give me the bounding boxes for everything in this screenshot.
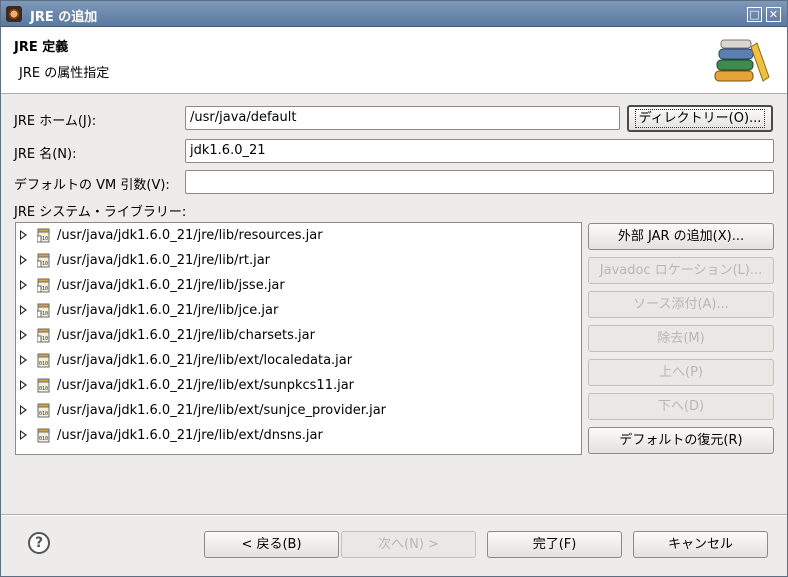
eclipse-icon (6, 6, 22, 22)
jre-home-input[interactable]: /usr/java/default (185, 106, 620, 130)
footer-separator (1, 514, 787, 516)
maximize-button[interactable]: □ (747, 7, 762, 22)
back-button[interactable]: < 戻る(B) (204, 531, 339, 558)
expand-arrow-icon[interactable] (20, 430, 27, 440)
jar-src-icon: 010 (37, 328, 50, 343)
expand-arrow-icon[interactable] (20, 405, 27, 415)
restore-default-button[interactable]: デフォルトの復元(R) (588, 427, 774, 454)
library-row[interactable]: 010/usr/java/jdk1.6.0_21/jre/lib/ext/sun… (16, 374, 581, 398)
library-path: /usr/java/jdk1.6.0_21/jre/lib/ext/sunjce… (57, 403, 387, 418)
expand-arrow-icon[interactable] (20, 330, 27, 340)
finish-button[interactable]: 完了(F) (487, 531, 622, 558)
source-attachment-button[interactable]: ソース添付(A)... (588, 291, 774, 318)
expand-arrow-icon[interactable] (20, 230, 27, 240)
library-row[interactable]: 010/usr/java/jdk1.6.0_21/jre/lib/jce.jar (16, 299, 581, 323)
directory-button-label: ディレクトリー(O)... (634, 109, 766, 128)
remove-button[interactable]: 除去(M) (588, 325, 774, 352)
system-libraries-tree[interactable]: 010/usr/java/jdk1.6.0_21/jre/lib/resourc… (15, 222, 582, 455)
jre-home-label: JRE ホーム(J): (14, 114, 97, 129)
library-row[interactable]: 010/usr/java/jdk1.6.0_21/jre/lib/charset… (16, 324, 581, 348)
page-title: JRE 定義 (14, 40, 69, 55)
library-path: /usr/java/jdk1.6.0_21/jre/lib/ext/sunpkc… (57, 378, 355, 393)
svg-text:010: 010 (39, 436, 48, 442)
system-libraries-label: JRE システム・ライブラリー: (14, 205, 187, 220)
library-path: /usr/java/jdk1.6.0_21/jre/lib/ext/dnsns.… (57, 428, 323, 443)
svg-text:010: 010 (39, 386, 48, 392)
expand-arrow-icon[interactable] (20, 355, 27, 365)
close-button[interactable]: ✕ (766, 7, 781, 22)
library-row[interactable]: 010/usr/java/jdk1.6.0_21/jre/lib/ext/loc… (16, 349, 581, 373)
directory-button[interactable]: ディレクトリー(O)... (627, 105, 773, 132)
jar-src-icon: 010 (37, 303, 50, 318)
move-down-button[interactable]: 下へ(D) (588, 393, 774, 420)
add-jre-dialog: JRE の追加 □ ✕ JRE 定義 JRE の属性指定 JRE ホーム(J):… (0, 0, 788, 577)
svg-text:010: 010 (39, 361, 48, 367)
cancel-button[interactable]: キャンセル (633, 531, 768, 558)
library-path: /usr/java/jdk1.6.0_21/jre/lib/charsets.j… (57, 328, 315, 343)
jar-src-icon: 010 (37, 228, 50, 243)
library-path: /usr/java/jdk1.6.0_21/jre/lib/ext/locale… (57, 353, 353, 368)
jar-src-icon: 010 (37, 253, 50, 268)
svg-text:010: 010 (39, 411, 48, 417)
page-description: JRE の属性指定 (19, 66, 110, 81)
expand-arrow-icon[interactable] (20, 380, 27, 390)
library-row[interactable]: 010/usr/java/jdk1.6.0_21/jre/lib/ext/dns… (16, 424, 581, 448)
library-path: /usr/java/jdk1.6.0_21/jre/lib/jsse.jar (57, 278, 285, 293)
jre-name-label: JRE 名(N): (14, 147, 77, 162)
vm-args-label: デフォルトの VM 引数(V): (14, 178, 170, 193)
library-path: /usr/java/jdk1.6.0_21/jre/lib/jce.jar (57, 303, 279, 318)
help-icon[interactable]: ? (28, 532, 50, 554)
library-path: /usr/java/jdk1.6.0_21/jre/lib/resources.… (57, 228, 323, 243)
title-bar: JRE の追加 □ ✕ (1, 1, 787, 27)
jre-name-input[interactable]: jdk1.6.0_21 (185, 139, 774, 163)
wizard-banner: JRE 定義 JRE の属性指定 (1, 27, 787, 94)
library-row[interactable]: 010/usr/java/jdk1.6.0_21/jre/lib/resourc… (16, 224, 581, 248)
expand-arrow-icon[interactable] (20, 280, 27, 290)
jar-src-icon: 010 (37, 278, 50, 293)
library-row[interactable]: 010/usr/java/jdk1.6.0_21/jre/lib/jsse.ja… (16, 274, 581, 298)
library-row[interactable]: 010/usr/java/jdk1.6.0_21/jre/lib/rt.jar (16, 249, 581, 273)
library-row[interactable]: 010/usr/java/jdk1.6.0_21/jre/lib/ext/sun… (16, 399, 581, 423)
jar-icon: 010 (37, 353, 50, 368)
books-icon (714, 39, 770, 82)
move-up-button[interactable]: 上へ(P) (588, 359, 774, 386)
vm-args-input[interactable] (185, 170, 774, 194)
next-button[interactable]: 次へ(N) > (341, 531, 476, 558)
expand-arrow-icon[interactable] (20, 305, 27, 315)
add-external-jar-button[interactable]: 外部 JAR の追加(X)... (588, 223, 774, 250)
jar-icon: 010 (37, 378, 50, 393)
javadoc-location-button[interactable]: Javadoc ロケーション(L)... (588, 257, 774, 284)
window-title: JRE の追加 (30, 10, 98, 25)
expand-arrow-icon[interactable] (20, 255, 27, 265)
library-path: /usr/java/jdk1.6.0_21/jre/lib/rt.jar (57, 253, 271, 268)
jar-icon: 010 (37, 403, 50, 418)
jar-icon: 010 (37, 428, 50, 443)
